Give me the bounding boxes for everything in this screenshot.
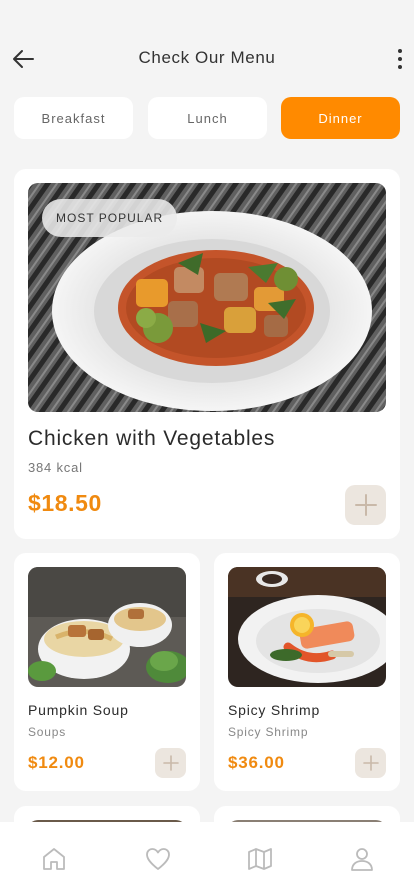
tab-dinner[interactable]: Dinner <box>281 97 400 139</box>
meal-tabs: Breakfast Lunch Dinner <box>14 97 400 139</box>
add-to-cart-button[interactable] <box>155 748 186 778</box>
plus-icon <box>362 755 379 771</box>
home-icon <box>43 848 65 870</box>
menu-item-name: Spicy Shrimp <box>228 702 321 718</box>
menu-item-price: $12.00 <box>28 753 85 772</box>
header: Check Our Menu <box>0 0 414 90</box>
featured-dish-price: $18.50 <box>28 490 102 516</box>
menu-item-price: $36.00 <box>228 753 285 772</box>
map-icon <box>248 848 272 870</box>
more-dot <box>398 57 402 61</box>
noodle-bowl-photo <box>28 567 186 687</box>
nav-home[interactable] <box>37 842 71 876</box>
menu-item-card[interactable]: Spicy Shrimp Spicy Shrimp $36.00 <box>214 553 400 791</box>
shrimp-salmon-plate-photo <box>228 567 386 687</box>
user-icon <box>351 848 373 871</box>
add-to-cart-button[interactable] <box>355 748 386 778</box>
page-title: Check Our Menu <box>138 48 276 67</box>
tab-breakfast[interactable]: Breakfast <box>14 97 133 139</box>
menu-item-image <box>228 567 386 687</box>
add-to-cart-button[interactable] <box>345 485 386 525</box>
menu-item-name: Pumpkin Soup <box>28 702 129 718</box>
featured-dish-name: Chicken with Vegetables <box>28 427 276 450</box>
more-options-button[interactable] <box>390 46 410 72</box>
menu-item-category: Soups <box>28 725 67 739</box>
more-vertical-icon <box>398 49 402 53</box>
most-popular-badge: MOST POPULAR <box>42 199 178 237</box>
featured-dish-calories: 384 kcal <box>28 460 83 475</box>
nav-favorites[interactable] <box>141 842 175 876</box>
featured-dish-image: MOST POPULAR <box>28 183 386 412</box>
tab-lunch[interactable]: Lunch <box>148 97 267 139</box>
menu-item-card[interactable]: Pumpkin Soup Soups $12.00 <box>14 553 200 791</box>
bottom-nav <box>0 822 414 896</box>
plus-icon <box>162 755 179 771</box>
more-dot <box>398 65 402 69</box>
plus-icon <box>354 494 377 516</box>
nav-map[interactable] <box>243 842 277 876</box>
nav-profile[interactable] <box>345 842 379 876</box>
featured-card[interactable]: MOST POPULAR Chicken with Vegetables 384… <box>14 169 400 539</box>
menu-item-category: Spicy Shrimp <box>228 725 309 739</box>
menu-item-image <box>28 567 186 687</box>
heart-icon <box>146 848 170 870</box>
